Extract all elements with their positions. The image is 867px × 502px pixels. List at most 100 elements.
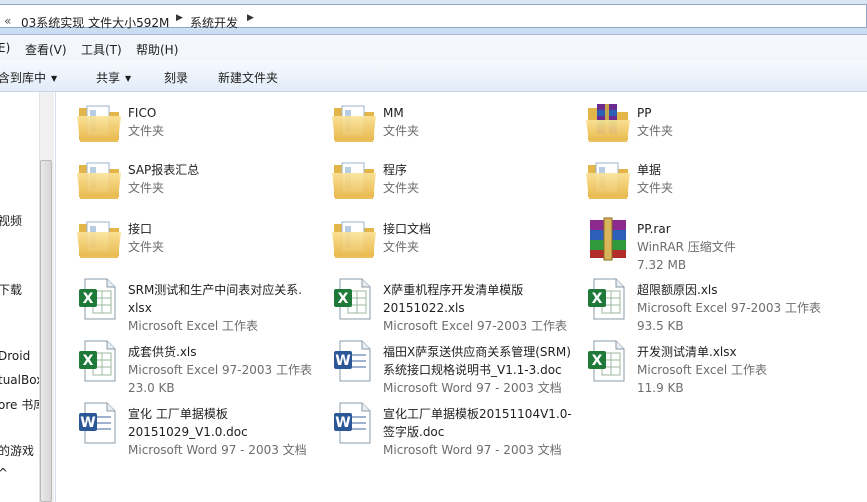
- file-type: Microsoft Word 97 - 2003 文档: [128, 443, 307, 457]
- svg-text:X: X: [338, 291, 349, 307]
- file-name: SRM测试和生产中间表对应关系.: [128, 283, 303, 297]
- file-item[interactable]: MM 文件夹: [330, 98, 570, 158]
- file-size: 23.0 KB: [128, 381, 175, 395]
- word-file-icon: W: [75, 399, 123, 447]
- file-type: Microsoft Excel 工作表: [637, 363, 768, 377]
- file-name: 福田X萨泵送供应商关系管理(SRM): [383, 345, 571, 359]
- file-item[interactable]: 接口 文件夹: [75, 214, 315, 274]
- file-size: 7.32 MB: [637, 258, 687, 272]
- file-size: 11.9 KB: [637, 381, 684, 395]
- file-name-continued: 20151029_V1.0.doc: [128, 425, 248, 439]
- file-type: WinRAR 压缩文件: [637, 240, 736, 254]
- file-item[interactable]: X X萨重机程序开发清单模版 20151022.xls Microsoft Exce…: [330, 275, 570, 335]
- file-item[interactable]: 接口文档 文件夹: [330, 214, 570, 274]
- new-folder-button[interactable]: 新建文件夹: [218, 69, 278, 86]
- file-item[interactable]: W 宣化工厂单据模板20151104V1.0- 签字版.doc Microsoft …: [330, 399, 572, 459]
- file-name: 宣化工厂单据模板20151104V1.0-: [383, 407, 572, 421]
- file-name: FICO: [128, 106, 157, 120]
- file-type: 文件夹: [128, 124, 165, 138]
- nav-item-videos[interactable]: 视频: [0, 212, 22, 229]
- file-name: SAP报表汇总: [128, 163, 200, 177]
- file-item[interactable]: FICO 文件夹: [75, 98, 315, 158]
- menu-edit[interactable]: E): [0, 41, 10, 55]
- burn-button[interactable]: 刻录: [164, 69, 188, 86]
- address-bar[interactable]: « 03系统实现 文件大小592M ▶ 系统开发 ▶: [0, 4, 867, 31]
- nav-item-downloads[interactable]: 下载: [0, 281, 22, 298]
- overflow-crumb[interactable]: «: [4, 14, 11, 28]
- file-item[interactable]: W 福田X萨泵送供应商关系管理(SRM) 系统接口规格说明书_V1.1-3.doc…: [330, 337, 571, 397]
- file-type: Microsoft Excel 97-2003 工作表: [128, 363, 312, 377]
- folder-icon: [330, 98, 378, 146]
- file-type: Microsoft Word 97 - 2003 文档: [383, 381, 562, 395]
- breadcrumb-current[interactable]: 系统开发: [190, 14, 238, 31]
- excel-file-icon: X: [75, 275, 123, 323]
- file-type: 文件夹: [383, 181, 420, 195]
- file-name: 接口文档: [383, 222, 432, 236]
- file-item[interactable]: 程序 文件夹: [330, 155, 570, 215]
- file-type: 文件夹: [383, 240, 420, 254]
- file-item[interactable]: W 宣化 工厂单据模板 20151029_V1.0.doc Microsoft Wo…: [75, 399, 315, 459]
- file-name: 超限额原因.xls: [637, 283, 718, 297]
- excel-file-icon: X: [584, 275, 632, 323]
- nav-item-android[interactable]: Droid: [0, 349, 30, 363]
- svg-text:W: W: [335, 415, 350, 431]
- file-size: 93.5 KB: [637, 319, 684, 333]
- menu-view[interactable]: 查看(V): [25, 41, 67, 58]
- nav-scrollbar-thumb[interactable]: [40, 160, 52, 502]
- nav-item-virtualbox[interactable]: tualBox: [0, 373, 43, 387]
- dropdown-caret-icon: ▼: [51, 74, 58, 83]
- file-name-continued: 20151022.xls: [383, 301, 465, 315]
- excel-file-icon: X: [75, 337, 123, 385]
- folder-icon: [330, 214, 378, 262]
- word-file-icon: W: [330, 399, 378, 447]
- file-name: PP: [637, 106, 652, 120]
- file-item[interactable]: PP.rar WinRAR 压缩文件 7.32 MB: [584, 214, 824, 274]
- file-type: 文件夹: [383, 124, 420, 138]
- file-item[interactable]: PP 文件夹: [584, 98, 824, 158]
- breadcrumb-chevron-icon[interactable]: ▶: [247, 13, 254, 23]
- include-in-library-button[interactable]: 包含到库中 ▼: [0, 69, 57, 86]
- excel-file-icon: X: [584, 337, 632, 385]
- address-bar-area: « 03系统实现 文件大小592M ▶ 系统开发 ▶: [0, 0, 867, 35]
- folder-icon: [75, 214, 123, 262]
- winrar-folder-icon: [584, 98, 632, 146]
- folder-icon: [330, 155, 378, 203]
- file-name: 成套供货.xls: [128, 345, 197, 359]
- file-item[interactable]: X 成套供货.xls Microsoft Excel 97-2003 工作表 23.…: [75, 337, 315, 397]
- command-toolbar: 包含到库中 ▼ 共享 ▼ 刻录 新建文件夹: [0, 60, 867, 92]
- breadcrumb-chevron-icon[interactable]: ▶: [176, 13, 183, 23]
- file-type: 文件夹: [637, 124, 674, 138]
- nav-item-expand[interactable]: ^: [0, 466, 8, 480]
- file-name: PP.rar: [637, 222, 671, 236]
- file-name-continued: 签字版.doc: [383, 425, 445, 439]
- file-name-continued: 系统接口规格说明书_V1.1-3.doc: [383, 363, 562, 377]
- file-name: 开发测试清单.xlsx: [637, 345, 737, 359]
- file-item[interactable]: X 超限额原因.xls Microsoft Excel 97-2003 工作表 93…: [584, 275, 824, 335]
- file-item[interactable]: X SRM测试和生产中间表对应关系. xlsx Microsoft Excel 工作…: [75, 275, 315, 335]
- file-name: 单据: [637, 163, 662, 177]
- file-name: X萨重机程序开发清单模版: [383, 283, 524, 297]
- svg-text:W: W: [80, 415, 95, 431]
- share-label: 共享: [96, 71, 121, 85]
- file-name: MM: [383, 106, 404, 120]
- include-in-library-label: 包含到库中: [0, 71, 47, 85]
- file-name: 宣化 工厂单据模板: [128, 407, 228, 421]
- svg-text:X: X: [83, 291, 94, 307]
- menu-tools[interactable]: 工具(T): [81, 41, 122, 58]
- svg-text:X: X: [83, 353, 94, 369]
- winrar-archive-icon: [584, 214, 632, 262]
- file-name: 程序: [383, 163, 408, 177]
- file-item[interactable]: X 开发测试清单.xlsx Microsoft Excel 工作表 11.9 KB: [584, 337, 824, 397]
- share-button[interactable]: 共享 ▼: [96, 69, 131, 86]
- dropdown-caret-icon: ▼: [125, 74, 132, 83]
- folder-icon: [584, 155, 632, 203]
- file-item[interactable]: 单据 文件夹: [584, 155, 824, 215]
- svg-text:X: X: [592, 353, 603, 369]
- file-item[interactable]: SAP报表汇总 文件夹: [75, 155, 315, 215]
- breadcrumb-parent[interactable]: 03系统实现 文件大小592M: [21, 14, 169, 31]
- word-file-icon: W: [330, 337, 378, 385]
- folder-icon: [75, 155, 123, 203]
- menu-help[interactable]: 帮助(H): [136, 41, 178, 58]
- file-type: 文件夹: [128, 181, 165, 195]
- nav-item-games[interactable]: 的游戏: [0, 442, 34, 459]
